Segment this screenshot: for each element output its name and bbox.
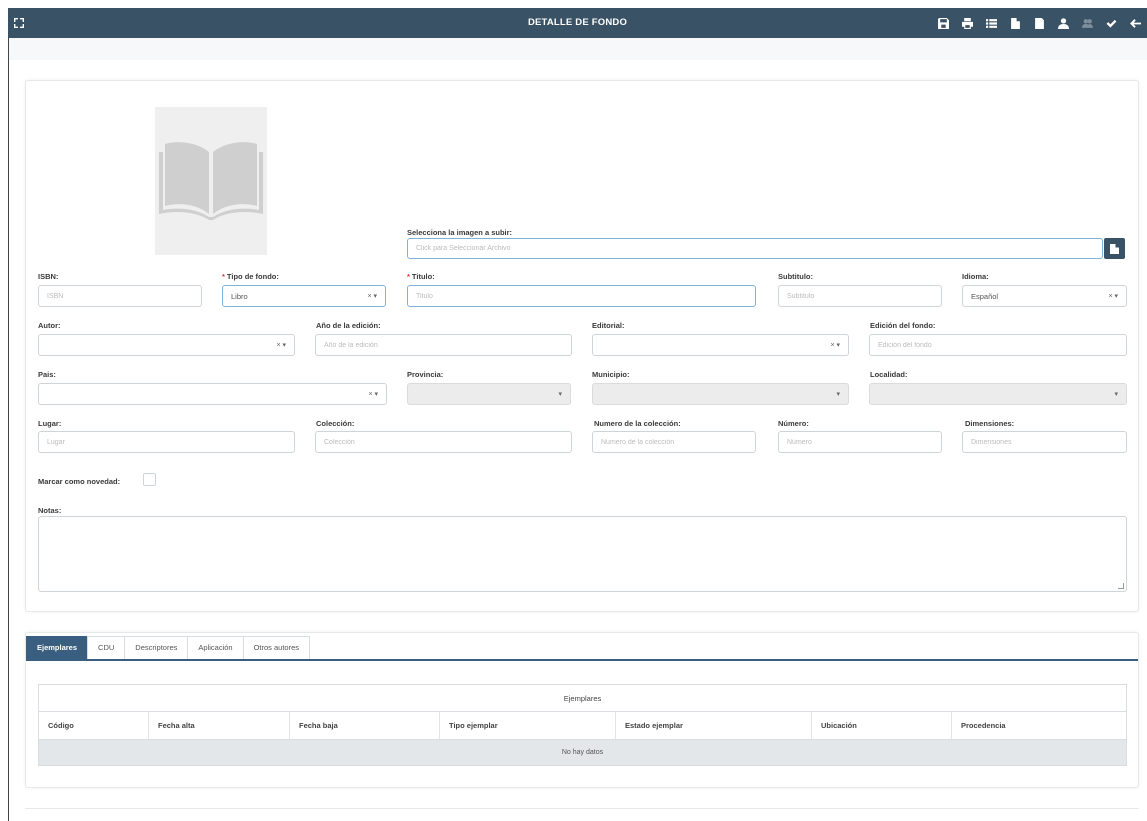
- localidad-select[interactable]: ▾: [869, 383, 1127, 405]
- editorial-label: Editorial:: [592, 321, 625, 330]
- required-mark: *: [222, 272, 225, 281]
- clear-dropdown-icon[interactable]: × ▾: [367, 292, 377, 300]
- tab-ejemplares[interactable]: Ejemplares: [26, 636, 89, 660]
- resize-handle-icon[interactable]: [1118, 583, 1124, 589]
- column-header-codigo[interactable]: Código: [39, 712, 149, 739]
- numero-coleccion-label: Numero de la colección:: [594, 419, 681, 428]
- users-icon[interactable]: [1075, 8, 1099, 38]
- back-arrow-icon[interactable]: [1123, 8, 1147, 38]
- tab-aplicacion[interactable]: Aplicación: [187, 636, 244, 660]
- file-icon: [1110, 243, 1119, 254]
- image-upload-input[interactable]: [407, 238, 1103, 259]
- subtitulo-label: Subtitulo:: [778, 272, 813, 281]
- left-border: [8, 38, 9, 821]
- column-header-procedencia[interactable]: Procedencia: [952, 712, 1126, 739]
- idioma-label: Idioma:: [962, 272, 989, 281]
- tipo-fondo-label: * Tipo de fondo:: [222, 272, 279, 281]
- subtitulo-input[interactable]: [778, 285, 942, 307]
- save-icon[interactable]: [931, 8, 955, 38]
- pais-select[interactable]: × ▾: [38, 383, 387, 405]
- ejemplares-grid: Ejemplares Código Fecha alta Fecha baja …: [38, 684, 1127, 766]
- numero-coleccion-input[interactable]: [592, 431, 756, 453]
- autor-label: Autor:: [38, 321, 61, 330]
- notas-textarea[interactable]: [38, 516, 1127, 592]
- chevron-down-icon: ▾: [1114, 391, 1118, 398]
- edit-document-icon[interactable]: [1027, 8, 1051, 38]
- upload-file-button[interactable]: [1104, 238, 1125, 259]
- editorial-select[interactable]: × ▾: [592, 334, 849, 356]
- isbn-input[interactable]: [38, 285, 202, 307]
- provincia-label: Provincia:: [407, 370, 444, 379]
- autor-select[interactable]: × ▾: [38, 334, 295, 356]
- edicion-fondo-label: Edición del fondo:: [870, 321, 936, 330]
- provincia-select[interactable]: ▾: [407, 383, 571, 405]
- pais-label: Pais:: [38, 370, 56, 379]
- anio-edicion-input[interactable]: [315, 334, 572, 356]
- coleccion-label: Colección:: [316, 419, 355, 428]
- tab-cdu[interactable]: CDU: [87, 636, 126, 660]
- document-icon[interactable]: [1003, 8, 1027, 38]
- empty-grid-message: No hay datos: [39, 740, 1126, 765]
- column-header-tipo-ejemplar[interactable]: Tipo ejemplar: [440, 712, 616, 739]
- check-icon[interactable]: [1099, 8, 1123, 38]
- notas-label: Notas:: [38, 506, 62, 515]
- user-icon[interactable]: [1051, 8, 1075, 38]
- clear-dropdown-icon[interactable]: × ▾: [830, 341, 840, 349]
- book-cover-placeholder: [155, 107, 267, 255]
- required-mark: *: [407, 272, 410, 281]
- anio-edicion-label: Año de la edición:: [316, 321, 381, 330]
- bottom-divider: [25, 808, 1139, 809]
- clear-dropdown-icon[interactable]: × ▾: [276, 341, 286, 349]
- open-book-icon: [159, 142, 263, 220]
- idioma-select[interactable]: Español × ▾: [962, 285, 1127, 307]
- idioma-value: Español: [971, 291, 999, 301]
- municipio-label: Municipio:: [592, 370, 630, 379]
- isbn-label: ISBN:: [38, 272, 59, 281]
- localidad-label: Localidad:: [870, 370, 908, 379]
- clear-dropdown-icon[interactable]: × ▾: [1108, 292, 1118, 300]
- lugar-input[interactable]: [38, 431, 295, 453]
- list-icon[interactable]: [979, 8, 1003, 38]
- numero-input[interactable]: [778, 431, 942, 453]
- tab-otros-autores[interactable]: Otros autores: [242, 636, 311, 660]
- tipo-fondo-select[interactable]: Libro × ▾: [222, 285, 386, 307]
- subheader-strip: [9, 38, 1147, 60]
- chevron-down-icon: ▾: [558, 391, 562, 398]
- lugar-label: Lugar:: [38, 419, 62, 428]
- column-header-ubicacion[interactable]: Ubicación: [812, 712, 952, 739]
- municipio-select[interactable]: ▾: [592, 383, 849, 405]
- expand-icon[interactable]: [8, 8, 30, 38]
- titulo-input[interactable]: [407, 285, 756, 307]
- tab-descriptores[interactable]: Descriptores: [124, 636, 189, 660]
- coleccion-input[interactable]: [315, 431, 572, 453]
- chevron-down-icon: ▾: [836, 391, 840, 398]
- toolbar: [931, 8, 1147, 38]
- dimensiones-input[interactable]: [962, 431, 1127, 453]
- print-icon[interactable]: [955, 8, 979, 38]
- novedad-label: Marcar como novedad:: [38, 477, 121, 486]
- column-header-fecha-baja[interactable]: Fecha baja: [290, 712, 440, 739]
- grid-caption: Ejemplares: [39, 685, 1126, 712]
- image-upload-label: Selecciona la imagen a subir:: [407, 228, 513, 237]
- edicion-fondo-input[interactable]: [869, 334, 1127, 356]
- novedad-checkbox[interactable]: [143, 473, 156, 486]
- header-bar: DETALLE DE FONDO: [8, 8, 1147, 38]
- tipo-fondo-value: Libro: [231, 291, 248, 301]
- tab-bar: Ejemplares CDU Descriptores Aplicación O…: [26, 636, 311, 660]
- column-header-estado-ejemplar[interactable]: Estado ejemplar: [616, 712, 812, 739]
- clear-dropdown-icon[interactable]: × ▾: [368, 390, 378, 398]
- grid-header-row: Código Fecha alta Fecha baja Tipo ejempl…: [39, 712, 1126, 740]
- tab-underline: [26, 659, 1138, 661]
- column-header-fecha-alta[interactable]: Fecha alta: [149, 712, 290, 739]
- dimensiones-label: Dimensiones:: [965, 419, 1015, 428]
- titulo-label: * Titulo:: [407, 272, 435, 281]
- numero-label: Número:: [778, 419, 809, 428]
